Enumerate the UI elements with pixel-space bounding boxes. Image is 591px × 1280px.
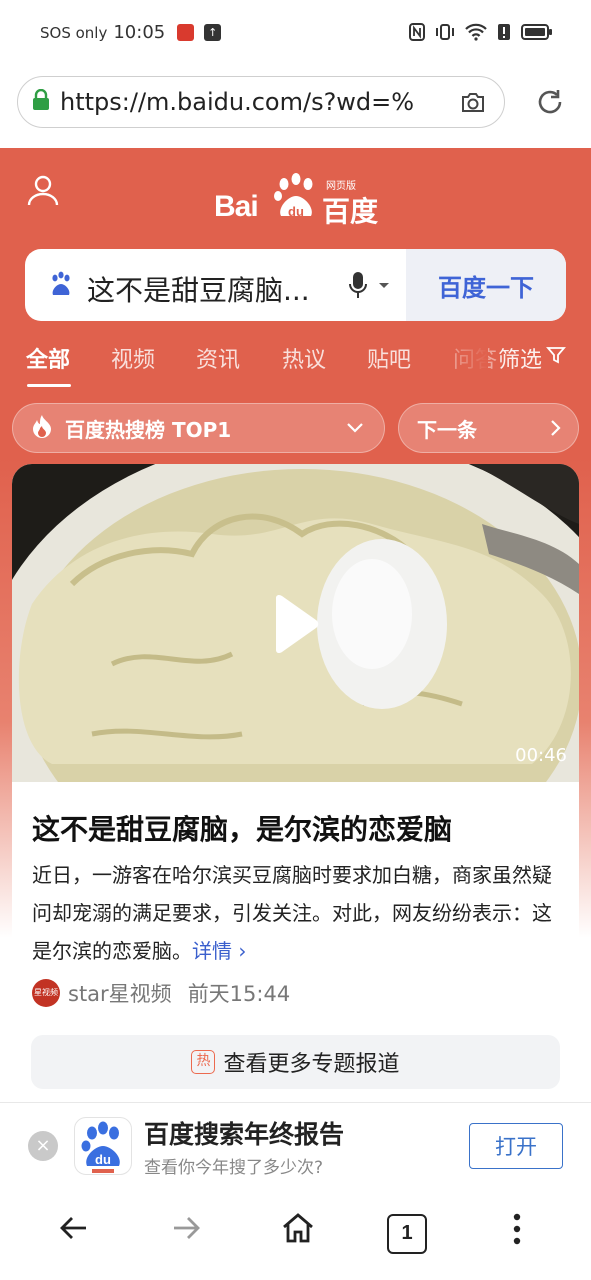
lock-icon <box>32 88 50 115</box>
app-download-banner: × du 百度搜索年终报告 查看你今年搜了多少次? 打开 <box>0 1102 591 1190</box>
source-time: 前天15:44 <box>187 982 291 1006</box>
vibrate-icon <box>435 22 455 42</box>
back-icon[interactable] <box>58 1212 90 1248</box>
banner-subtitle: 查看你今年搜了多少次? <box>144 1158 324 1178</box>
url-field[interactable]: https://m.baidu.com/s?wd=% <box>17 76 505 128</box>
video-thumbnail[interactable]: 00:46 <box>12 464 579 782</box>
source-logo: 星视频 <box>32 979 60 1007</box>
details-link-label: 详情 <box>192 939 232 963</box>
hot-badge: 热 <box>191 1050 216 1074</box>
logo-du: du <box>288 204 304 219</box>
search-tabs: 全部 视频 资讯 热议 贴吧 问答 筛选 <box>0 340 591 392</box>
filter-button[interactable]: 筛选 <box>498 342 566 374</box>
wifi-icon <box>465 22 487 42</box>
tab-discussion[interactable]: 热议 <box>282 342 326 374</box>
baidu-logo: Bai du 网页版 百度 <box>214 172 384 228</box>
flame-icon <box>31 414 53 442</box>
next-item-label: 下一条 <box>417 417 477 442</box>
more-icon[interactable] <box>504 1212 530 1250</box>
browser-address-bar: https://m.baidu.com/s?wd=% <box>0 66 591 148</box>
search-input[interactable]: 这不是甜豆腐脑... <box>87 269 327 309</box>
forward-icon[interactable] <box>170 1212 202 1248</box>
search-box: 这不是甜豆腐脑... 百度一下 <box>25 249 566 321</box>
filter-icon <box>546 345 566 371</box>
tab-all[interactable]: 全部 <box>26 342 70 374</box>
source-name: star星视频 <box>68 982 172 1006</box>
result-source[interactable]: 星视频 star星视频 前天15:44 <box>32 978 290 1008</box>
tab-video[interactable]: 视频 <box>111 342 155 374</box>
app-icon-du: du <box>95 1152 111 1167</box>
browser-bottom-nav: 1 <box>0 1190 591 1280</box>
carrier-text: SOS only <box>40 23 108 42</box>
paw-icon <box>47 271 75 303</box>
tabs-fade <box>448 340 488 380</box>
camera-icon[interactable] <box>460 90 486 118</box>
logo-chinese: 百度 <box>322 195 379 228</box>
clock: 10:05 <box>113 22 166 43</box>
tab-switcher-button[interactable]: 1 <box>387 1214 427 1254</box>
battery-icon <box>521 22 553 42</box>
chevron-right-icon <box>548 419 562 441</box>
reload-icon[interactable] <box>534 86 566 122</box>
open-app-button[interactable]: 打开 <box>469 1123 563 1169</box>
tab-tieba[interactable]: 贴吧 <box>367 342 411 374</box>
alert-icon <box>497 22 511 42</box>
nfc-icon <box>409 22 425 42</box>
description-text: 近日，一游客在哈尔滨买豆腐脑时要求加白糖，商家虽然疑问却宠溺的满足要求，引发关注… <box>32 863 552 963</box>
status-bar: SOS only 10:05 ↑ <box>0 0 591 66</box>
chevron-right-icon: › <box>238 939 247 963</box>
url-text: https://m.baidu.com/s?wd=% <box>60 88 415 116</box>
mic-icon[interactable] <box>347 271 393 305</box>
chevron-down-icon <box>346 420 364 439</box>
status-left: SOS only 10:05 ↑ <box>40 22 222 43</box>
more-topics-label: 查看更多专题报道 <box>223 1052 400 1077</box>
play-icon[interactable] <box>270 594 320 658</box>
next-item-pill[interactable]: 下一条 <box>398 403 579 453</box>
more-topics-button[interactable]: 热 查看更多专题报道 <box>31 1035 560 1089</box>
logo-text: Bai <box>214 190 259 223</box>
tab-news[interactable]: 资讯 <box>196 342 240 374</box>
baidu-header: Bai du 网页版 百度 这不是甜豆腐脑... 百度一下 全部 视频 资讯 热… <box>0 148 591 938</box>
video-duration: 00:46 <box>515 745 567 766</box>
result-title[interactable]: 这不是甜豆腐脑，是尔滨的恋爱脑 <box>32 808 452 848</box>
status-right <box>409 22 553 42</box>
upload-notification-icon: ↑ <box>204 24 222 41</box>
home-icon[interactable] <box>281 1212 315 1248</box>
active-tab-indicator <box>27 384 71 387</box>
baidu-app-icon: du <box>74 1117 132 1175</box>
hot-search-label: 百度热搜榜 TOP1 <box>65 417 232 442</box>
result-description: 近日，一游客在哈尔滨买豆腐脑时要求加白糖，商家虽然疑问却宠溺的满足要求，引发关注… <box>32 856 562 970</box>
user-icon[interactable] <box>26 174 60 210</box>
close-icon[interactable]: × <box>28 1131 58 1161</box>
result-card[interactable]: 00:46 这不是甜豆腐脑，是尔滨的恋爱脑 近日，一游客在哈尔滨买豆腐脑时要求加… <box>12 464 579 1104</box>
paw-icon: du <box>270 172 322 228</box>
hot-search-pill[interactable]: 百度热搜榜 TOP1 <box>12 403 385 453</box>
app-notification-icon <box>177 24 195 41</box>
banner-title: 百度搜索年终报告 <box>144 1120 345 1149</box>
details-link[interactable]: 详情 › <box>192 939 246 963</box>
search-button[interactable]: 百度一下 <box>406 249 566 321</box>
filter-label: 筛选 <box>498 348 543 373</box>
